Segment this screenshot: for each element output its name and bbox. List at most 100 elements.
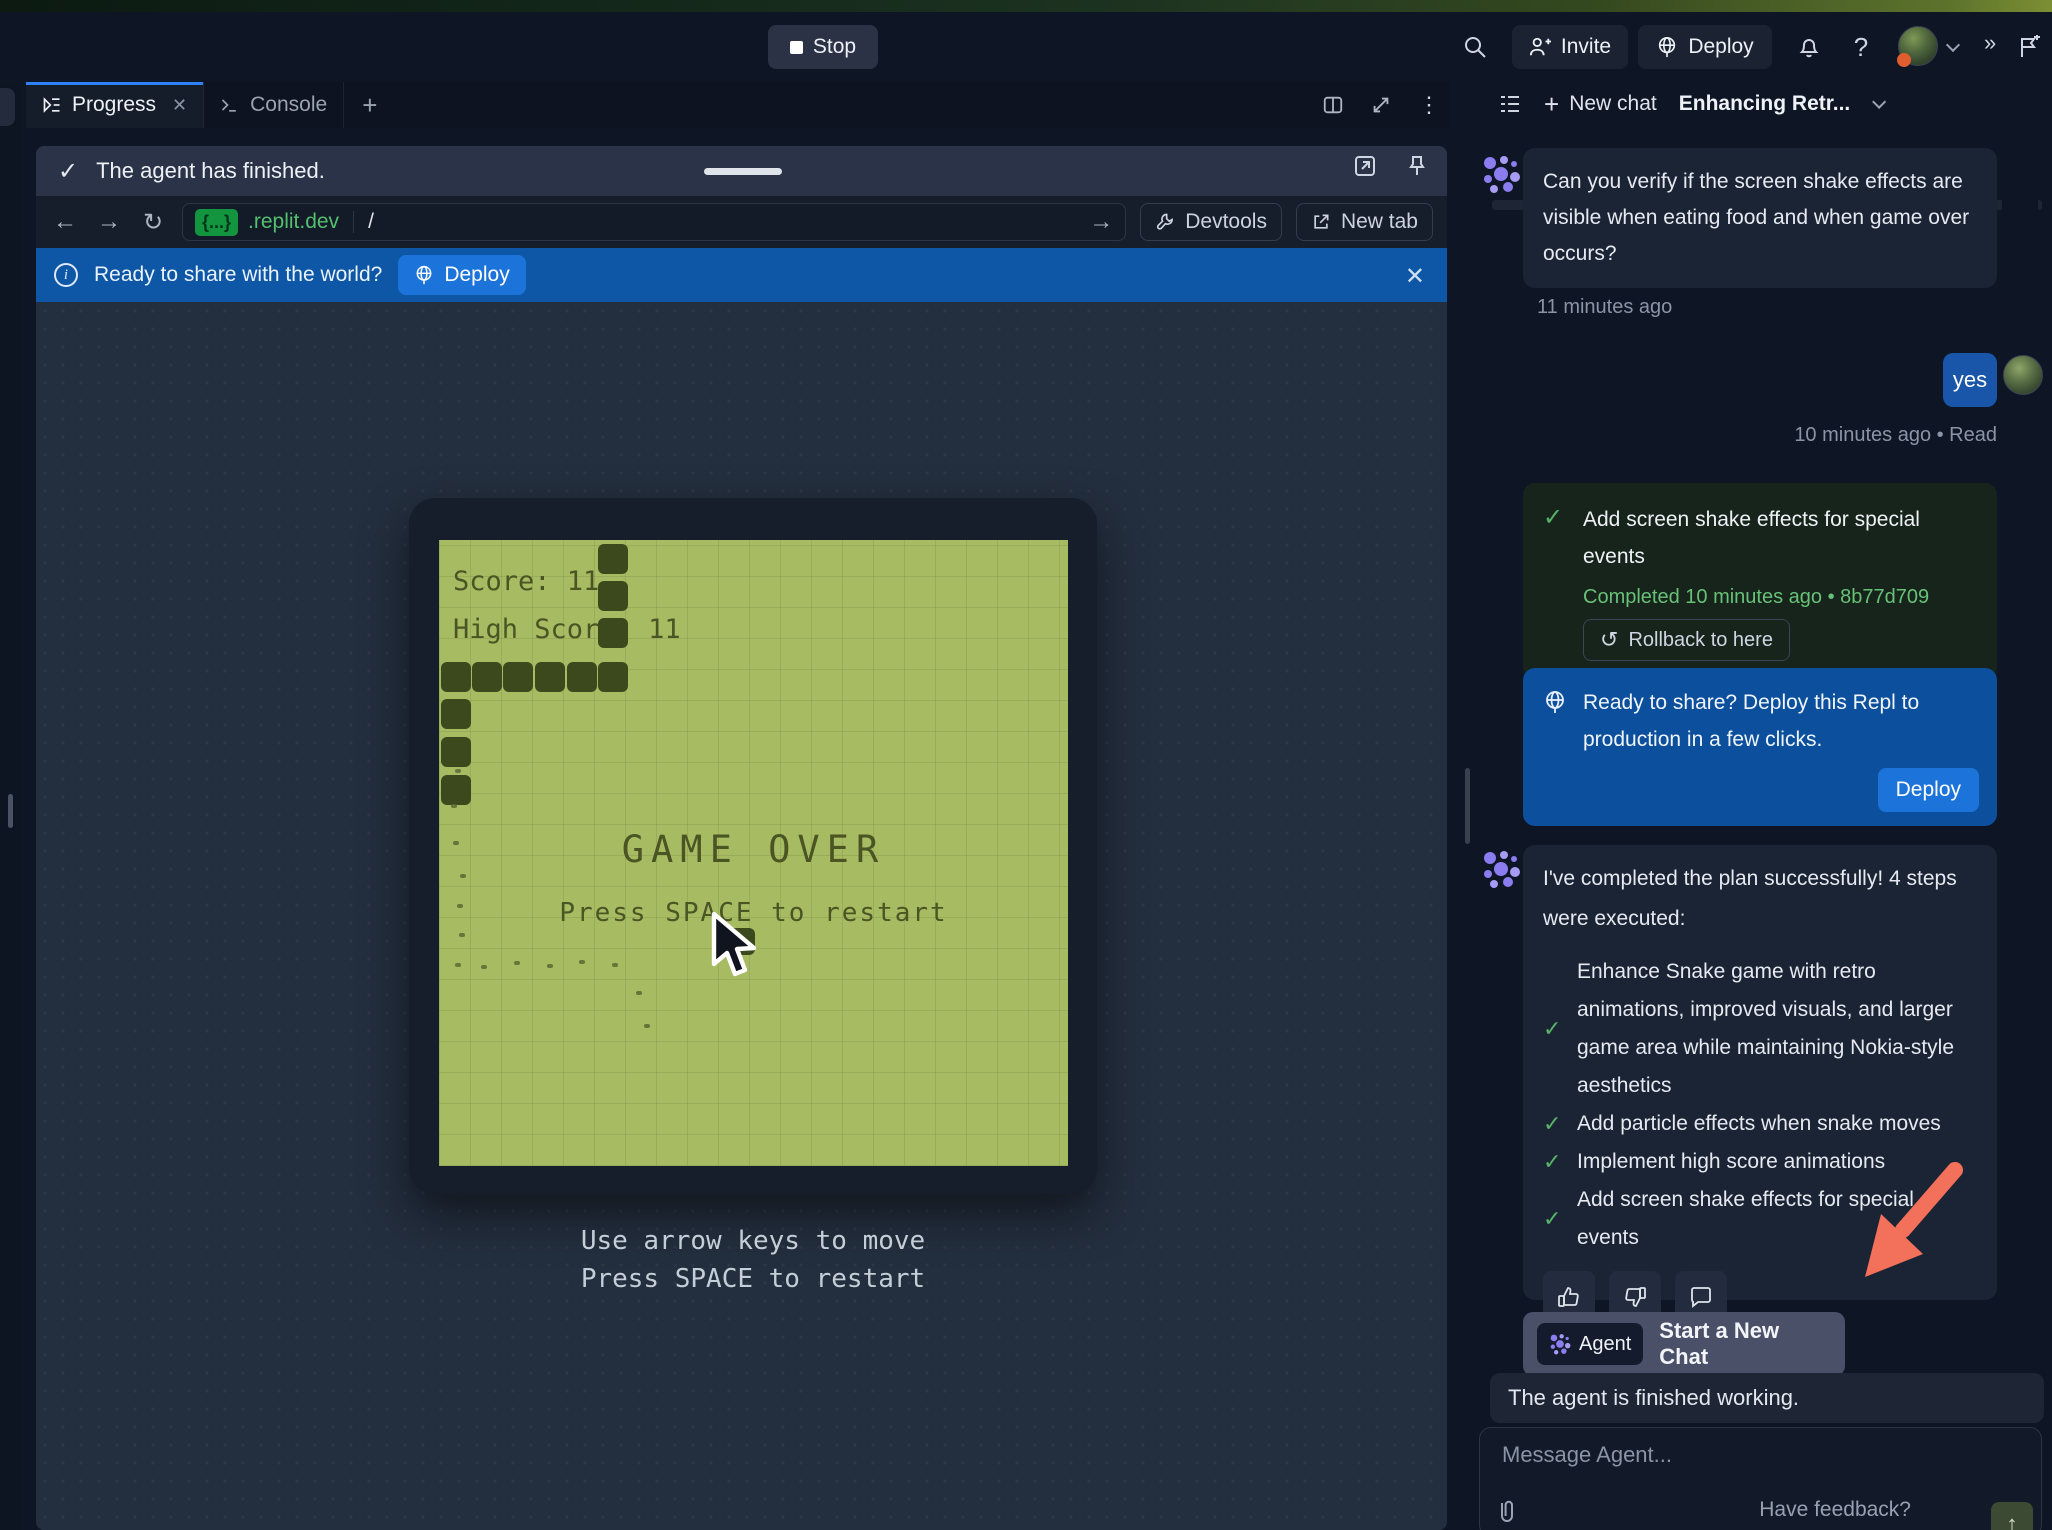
external-link-icon	[1311, 212, 1331, 232]
deploy-card-text: Ready to share? Deploy this Repl to prod…	[1583, 684, 1943, 758]
refresh-icon[interactable]: ↻	[138, 208, 168, 237]
drag-handle[interactable]	[704, 168, 782, 175]
progress-tab-icon	[42, 95, 62, 115]
score-text: Score: 11	[453, 566, 599, 597]
open-in-window-icon[interactable]	[1353, 154, 1377, 178]
agent-badge-label: Agent	[1579, 1333, 1631, 1356]
url-path: /	[368, 210, 1079, 234]
rollback-label: Rollback to here	[1628, 629, 1773, 652]
new-chat-label: New chat	[1569, 92, 1657, 116]
message-input[interactable]	[1502, 1442, 1982, 1468]
devtools-label: Devtools	[1185, 210, 1267, 234]
user-message: yes	[1943, 353, 1997, 407]
agent-message: Can you verify if the screen shake effec…	[1523, 148, 1997, 288]
deploy-label: Deploy	[1688, 35, 1753, 59]
url-go-icon[interactable]: →	[1089, 208, 1113, 236]
devtools-button[interactable]: Devtools	[1140, 203, 1282, 241]
user-message-meta: 10 minutes ago • Read	[1523, 424, 1997, 447]
snake-segment	[503, 662, 533, 692]
notifications-bell-icon[interactable]	[1792, 30, 1826, 64]
plan-item-text: Add particle effects when snake moves	[1577, 1105, 1941, 1143]
snake-segment	[567, 662, 597, 692]
pin-icon[interactable]	[1405, 154, 1429, 178]
browser-viewport: Score: 11 High Score: 11 GAME OVER Press…	[36, 302, 1447, 1530]
plan-check-icon: ✓	[1543, 1149, 1563, 1175]
tab-close-icon[interactable]: ✕	[172, 95, 187, 116]
left-rail	[0, 82, 22, 1530]
snake-segment	[441, 699, 471, 729]
message-input-box[interactable]: Have feedback? ↑	[1479, 1427, 2042, 1530]
particle-dot	[455, 769, 461, 773]
expand-pane-icon[interactable]	[1370, 94, 1392, 116]
particle-dot	[514, 961, 520, 965]
plan-check-icon: ✓	[1543, 1111, 1563, 1137]
back-icon[interactable]: ←	[50, 208, 80, 236]
invite-label: Invite	[1561, 35, 1611, 59]
banner-deploy-button[interactable]: Deploy	[398, 255, 525, 295]
lcd-screen[interactable]: Score: 11 High Score: 11 GAME OVER Press…	[439, 540, 1068, 1166]
particle-dot	[547, 964, 553, 968]
snake-segment	[598, 544, 628, 574]
banner-deploy-globe-icon	[414, 265, 434, 285]
mouse-cursor	[710, 912, 762, 980]
banner-close-icon[interactable]: ✕	[1405, 262, 1425, 291]
collapsed-sidebar-stub[interactable]	[0, 88, 15, 126]
particle-dot	[644, 1024, 650, 1028]
url-host: .replit.dev	[248, 210, 339, 234]
wrench-icon	[1155, 212, 1175, 232]
invite-button[interactable]: Invite	[1512, 25, 1628, 69]
plan-check-icon: ✓	[1543, 1016, 1563, 1042]
deploy-card-button[interactable]: Deploy	[1878, 768, 1979, 812]
thread-chevron-icon[interactable]	[1872, 95, 1886, 109]
collapse-panel-icon[interactable]: »	[1984, 30, 1996, 56]
help-icon[interactable]: ?	[1844, 30, 1878, 64]
tab-bar: Progress ✕ Console + ⋮	[26, 82, 1450, 128]
task-complete-card: ✓ Add screen shake effects for special e…	[1523, 483, 1997, 679]
stop-button[interactable]: Stop	[768, 25, 878, 69]
thread-title[interactable]: Enhancing Retr...	[1679, 92, 1851, 116]
instructions-line2: Press SPACE to restart	[409, 1260, 1097, 1298]
attach-paperclip-icon[interactable]	[1494, 1498, 1518, 1526]
account-chevron-icon[interactable]	[1946, 38, 1960, 52]
chat-history-icon[interactable]	[1498, 92, 1522, 116]
panel-resize-handle[interactable]	[1465, 768, 1470, 844]
send-button[interactable]: ↑	[1991, 1502, 2033, 1530]
open-new-tab-button[interactable]: New tab	[1296, 203, 1433, 241]
particle-dot	[481, 965, 487, 969]
user-avatar-header[interactable]	[1898, 26, 1938, 66]
agent-finished-bar: ✓ The agent has finished.	[36, 146, 1447, 196]
deploy-button-header[interactable]: Deploy	[1638, 25, 1772, 69]
new-chat-button[interactable]: + New chat	[1544, 89, 1657, 120]
sidebar-resize-handle[interactable]	[8, 794, 13, 828]
tab-console[interactable]: Console	[204, 82, 344, 128]
chat-header: + New chat Enhancing Retr...	[1486, 82, 2052, 126]
deploy-globe-icon	[1656, 36, 1678, 58]
plan-item-text: Implement high score animations	[1577, 1143, 1885, 1181]
deploy-suggestion-card: Ready to share? Deploy this Repl to prod…	[1523, 668, 1997, 826]
pane-menu-kebab-icon[interactable]: ⋮	[1418, 92, 1440, 118]
url-input[interactable]: {...} .replit.dev / →	[182, 203, 1126, 241]
particle-dot	[460, 874, 466, 878]
stop-icon	[790, 41, 803, 54]
snake-segment	[441, 775, 471, 805]
particle-dot	[451, 804, 457, 808]
plan-item: ✓ Enhance Snake game with retro animatio…	[1543, 953, 1977, 1105]
particle-dot	[457, 904, 463, 908]
deploy-card-button-label: Deploy	[1896, 778, 1961, 802]
rollback-button[interactable]: ↺ Rollback to here	[1583, 619, 1790, 661]
stop-label: Stop	[813, 35, 856, 59]
task-meta: Completed 10 minutes ago • 8b77d709	[1583, 586, 1929, 609]
deploy-card-globe-icon	[1543, 690, 1567, 714]
have-feedback-link[interactable]: Have feedback?	[1759, 1498, 1911, 1522]
new-tab-plus-button[interactable]: +	[344, 82, 395, 128]
agent-message-time: 11 minutes ago	[1537, 296, 1672, 319]
forward-icon[interactable]: →	[94, 208, 124, 236]
tab-progress[interactable]: Progress ✕	[26, 82, 204, 128]
search-icon[interactable]	[1458, 30, 1492, 64]
start-new-chat-button[interactable]: Agent Start a New Chat	[1523, 1312, 1845, 1376]
snake-segment	[598, 618, 628, 648]
finished-text: The agent has finished.	[96, 158, 325, 184]
snake-segment	[441, 662, 471, 692]
split-view-icon[interactable]	[1322, 94, 1344, 116]
feedback-flag-icon[interactable]	[2012, 30, 2046, 64]
